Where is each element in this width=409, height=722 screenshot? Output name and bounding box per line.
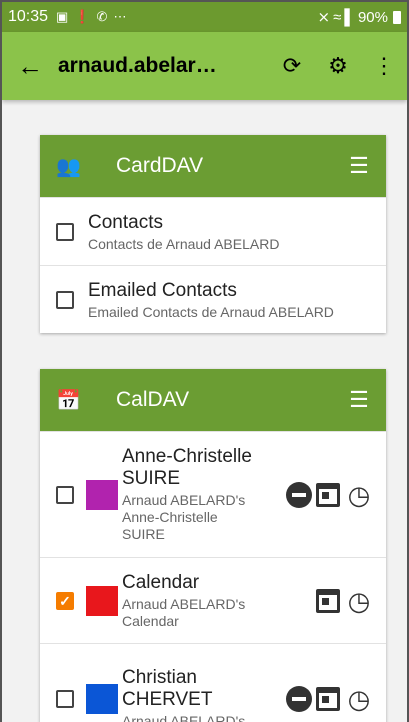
addressbook-description: Contacts de Arnaud ABELARD <box>88 235 280 252</box>
carddav-card: 👥 CardDAV ☰ Contacts Contacts de Arnaud … <box>40 135 386 333</box>
alarm-icon: ◷ <box>347 479 371 510</box>
sync-icon[interactable]: ⟳ <box>269 53 315 79</box>
battery-percent: 90% <box>357 8 388 26</box>
addressbook-description: Emailed Contacts de Arnaud ABELARD <box>88 303 334 320</box>
calendar-name: Anne-Christelle SUIRE <box>122 446 252 489</box>
gear-icon[interactable]: ⚙ <box>315 53 361 79</box>
caldav-title: CalDAV <box>116 388 190 411</box>
read-only-icon <box>286 685 312 712</box>
read-only-icon <box>286 481 312 508</box>
whatsapp-icon: ✆ <box>96 9 108 24</box>
back-arrow-icon[interactable]: ← <box>2 51 58 82</box>
event-icon <box>316 686 340 711</box>
caldav-menu-icon[interactable]: ☰ <box>332 387 386 413</box>
alarm-icon: ◷ <box>347 585 371 616</box>
wifi-icon: ≈ <box>333 8 342 26</box>
addressbook-row[interactable]: Emailed Contacts Emailed Contacts de Arn… <box>40 265 386 333</box>
carddav-menu-icon[interactable]: ☰ <box>332 153 386 179</box>
event-icon <box>316 588 340 613</box>
carddav-header: 👥 CardDAV ☰ <box>40 135 386 197</box>
calendar-name: Christian CHERVET <box>122 667 213 710</box>
addressbook-checkbox[interactable] <box>56 290 74 309</box>
calendar-description: Arnaud ABELARD's Calendar <box>122 595 246 629</box>
contacts-group-icon: 👥 <box>56 155 81 178</box>
screen: 10:35 ▣ ❗ ✆ ⋯ ⨯ ≈ ▌ 90% ← arnaud.abelar…… <box>0 0 409 722</box>
carddav-title: CardDAV <box>116 154 204 177</box>
calendar-row[interactable]: Christian CHERVET Arnaud ABELARD's ◷ <box>40 643 386 722</box>
calendar-description: Arnaud ABELARD's <box>122 713 246 722</box>
caldav-card: 📅 CalDAV ☰ Anne-Christelle SUIRE Arnaud … <box>40 369 386 722</box>
alarm-icon: ◷ <box>347 683 371 714</box>
addressbook-name: Contacts <box>88 211 163 233</box>
addressbook-checkbox[interactable] <box>56 222 74 241</box>
mute-icon: ⨯ <box>317 9 331 26</box>
calendar-color-swatch <box>86 585 118 616</box>
alert-icon: ❗ <box>74 9 91 24</box>
addressbook-row[interactable]: Contacts Contacts de Arnaud ABELARD <box>40 197 386 265</box>
calendar-icon: 📅 <box>56 389 81 412</box>
calendar-color-swatch <box>86 479 118 510</box>
calendar-color-swatch <box>86 683 118 714</box>
overflow-menu-icon[interactable]: ⋮ <box>361 53 407 79</box>
signal-icon: ▌ <box>344 8 355 26</box>
event-icon <box>316 482 340 507</box>
calendar-description: Arnaud ABELARD's Anne-Christelle SUIRE <box>122 492 246 542</box>
caldav-header: 📅 CalDAV ☰ <box>40 369 386 431</box>
calendar-row[interactable]: Anne-Christelle SUIRE Arnaud ABELARD's A… <box>40 431 386 557</box>
status-right: ⨯ ≈ ▌ 90% <box>318 8 401 26</box>
calendar-name: Calendar <box>122 571 200 593</box>
calendar-checkbox[interactable] <box>56 689 74 708</box>
addressbook-name: Emailed Contacts <box>88 279 237 301</box>
status-bar: 10:35 ▣ ❗ ✆ ⋯ ⨯ ≈ ▌ 90% <box>2 2 407 32</box>
image-icon: ▣ <box>56 9 69 24</box>
calendar-checkbox[interactable] <box>56 485 74 504</box>
status-time: 10:35 <box>8 8 49 25</box>
calendar-checkbox-checked[interactable]: ✓ <box>56 591 74 610</box>
battery-icon <box>393 10 401 24</box>
calendar-row[interactable]: ✓ Calendar Arnaud ABELARD's Calendar ◷ <box>40 557 386 643</box>
account-title: arnaud.abelar… <box>58 54 217 77</box>
app-bar: ← arnaud.abelar… ⟳ ⚙ ⋮ <box>2 32 407 100</box>
more-icon: ⋯ <box>113 9 127 24</box>
